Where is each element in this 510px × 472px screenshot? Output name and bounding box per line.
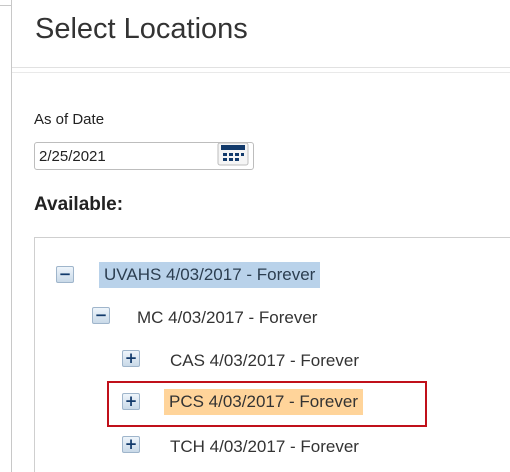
calendar-button[interactable] [217,140,249,168]
tree-node-uvahs[interactable]: UVAHS 4/03/2017 - Forever [99,262,321,288]
expand-toggle-icon[interactable]: + [122,393,140,410]
available-heading: Available: [34,194,124,215]
tree-node-cas[interactable]: CAS 4/03/2017 - Forever [165,348,364,374]
as-of-date-label: As of Date [34,111,105,128]
page-title: Select Locations [35,13,248,45]
expand-toggle-icon[interactable]: + [122,350,140,367]
title-divider-secondary [12,72,510,73]
expand-toggle-icon[interactable]: + [122,436,140,453]
tree-node-pcs[interactable]: PCS 4/03/2017 - Forever [164,389,363,415]
calendar-icon [217,142,249,166]
tree-node-mc[interactable]: MC 4/03/2017 - Forever [132,305,322,331]
tree-node-tch[interactable]: TCH 4/03/2017 - Forever [165,434,364,460]
title-divider [12,67,510,68]
collapse-toggle-icon[interactable]: − [92,307,110,324]
collapse-toggle-icon[interactable]: − [56,266,74,283]
